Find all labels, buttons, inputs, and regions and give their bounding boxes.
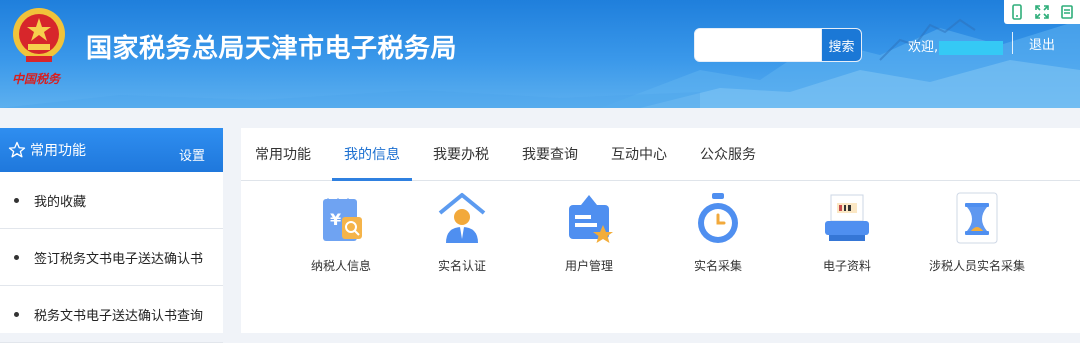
tile-label: 实名认证: [437, 259, 486, 273]
print-icon[interactable]: [1056, 1, 1078, 23]
national-emblem-icon: [13, 8, 65, 62]
brand-signature: 中国税务: [12, 72, 61, 86]
sidebar-item-label: 我的收藏: [34, 194, 87, 210]
welcome-text: 欢迎,: [908, 36, 1004, 55]
tile-e-documents[interactable]: 电子资料: [787, 189, 907, 274]
corner-toolbar: [1004, 0, 1080, 24]
tile-real-name-auth[interactable]: 实名认证: [402, 189, 522, 274]
tax-personnel-collect-icon: [956, 192, 998, 244]
sidebar: 常用功能 设置 我的收藏 签订税务文书电子送达确认书 税务文书电子送达确认书查询: [0, 128, 223, 343]
tile-label: 纳税人信息: [310, 259, 371, 273]
tab-interaction[interactable]: 互动中心: [599, 128, 679, 180]
site-header: 中国税务 国家税务总局天津市电子税务局 搜索 欢迎, 退出: [0, 0, 1080, 108]
user-management-icon: [569, 195, 613, 243]
sidebar-item-confirmation-query[interactable]: 税务文书电子送达确认书查询: [0, 286, 223, 343]
sidebar-item-label: 税务文书电子送达确认书查询: [34, 308, 204, 324]
svg-text:¥: ¥: [330, 210, 341, 229]
welcome-label: 欢迎,: [908, 40, 939, 55]
real-name-collect-icon: [698, 193, 738, 243]
header-divider: [1012, 32, 1013, 54]
tile-label: 电子资料: [822, 259, 871, 273]
tab-tax-handling[interactable]: 我要办税: [421, 128, 501, 180]
mobile-icon[interactable]: [1006, 1, 1028, 23]
bullet-icon: [14, 311, 19, 317]
sidebar-settings-link[interactable]: 设置: [179, 145, 205, 164]
real-name-auth-icon: [438, 193, 486, 243]
favorites-list: 我的收藏 签订税务文书电子送达确认书 税务文书电子送达确认书查询: [0, 172, 223, 343]
bullet-icon: [14, 254, 19, 260]
tab-bar: 常用功能 我的信息 我要办税 我要查询 互动中心 公众服务: [241, 128, 1080, 181]
tile-label: 涉税人员实名采集: [928, 259, 1025, 273]
tab-my-info[interactable]: 我的信息: [332, 128, 412, 181]
sidebar-item-sign-confirmation[interactable]: 签订税务文书电子送达确认书: [0, 229, 223, 286]
main-panel: 常用功能 我的信息 我要办税 我要查询 互动中心 公众服务 ¥ 纳税人信息 实名…: [241, 128, 1080, 333]
tile-taxpayer-info[interactable]: ¥ 纳税人信息: [281, 189, 401, 274]
tab-query[interactable]: 我要查询: [510, 128, 590, 180]
tile-user-management[interactable]: 用户管理: [529, 189, 649, 274]
tile-real-name-collect[interactable]: 实名采集: [658, 189, 778, 274]
bullet-icon: [14, 197, 19, 203]
tab-common-functions[interactable]: 常用功能: [243, 128, 323, 180]
search-box: 搜索: [694, 28, 862, 62]
tile-tax-personnel-collect[interactable]: 涉税人员实名采集: [917, 189, 1037, 274]
e-documents-icon: [825, 194, 869, 241]
search-input[interactable]: [695, 29, 821, 61]
sidebar-item-favorites[interactable]: 我的收藏: [0, 172, 223, 229]
sidebar-header: 常用功能 设置: [0, 128, 223, 172]
taxpayer-info-icon: ¥: [323, 198, 362, 241]
function-grid: ¥ 纳税人信息 实名认证 用户管理 实名采集 电子资料 涉税人员实名采集: [241, 181, 1080, 333]
site-title: 国家税务总局天津市电子税务局: [86, 34, 458, 64]
tab-public-service[interactable]: 公众服务: [688, 128, 768, 180]
logout-link[interactable]: 退出: [1029, 34, 1055, 53]
sidebar-item-label: 签订税务文书电子送达确认书: [34, 251, 204, 267]
tile-label: 实名采集: [693, 259, 742, 273]
sidebar-title: 常用功能: [30, 143, 86, 159]
search-button[interactable]: 搜索: [821, 29, 861, 61]
star-icon: [8, 141, 26, 159]
tile-label: 用户管理: [564, 259, 613, 273]
fullscreen-icon[interactable]: [1031, 1, 1053, 23]
username-redacted: [939, 40, 1004, 55]
